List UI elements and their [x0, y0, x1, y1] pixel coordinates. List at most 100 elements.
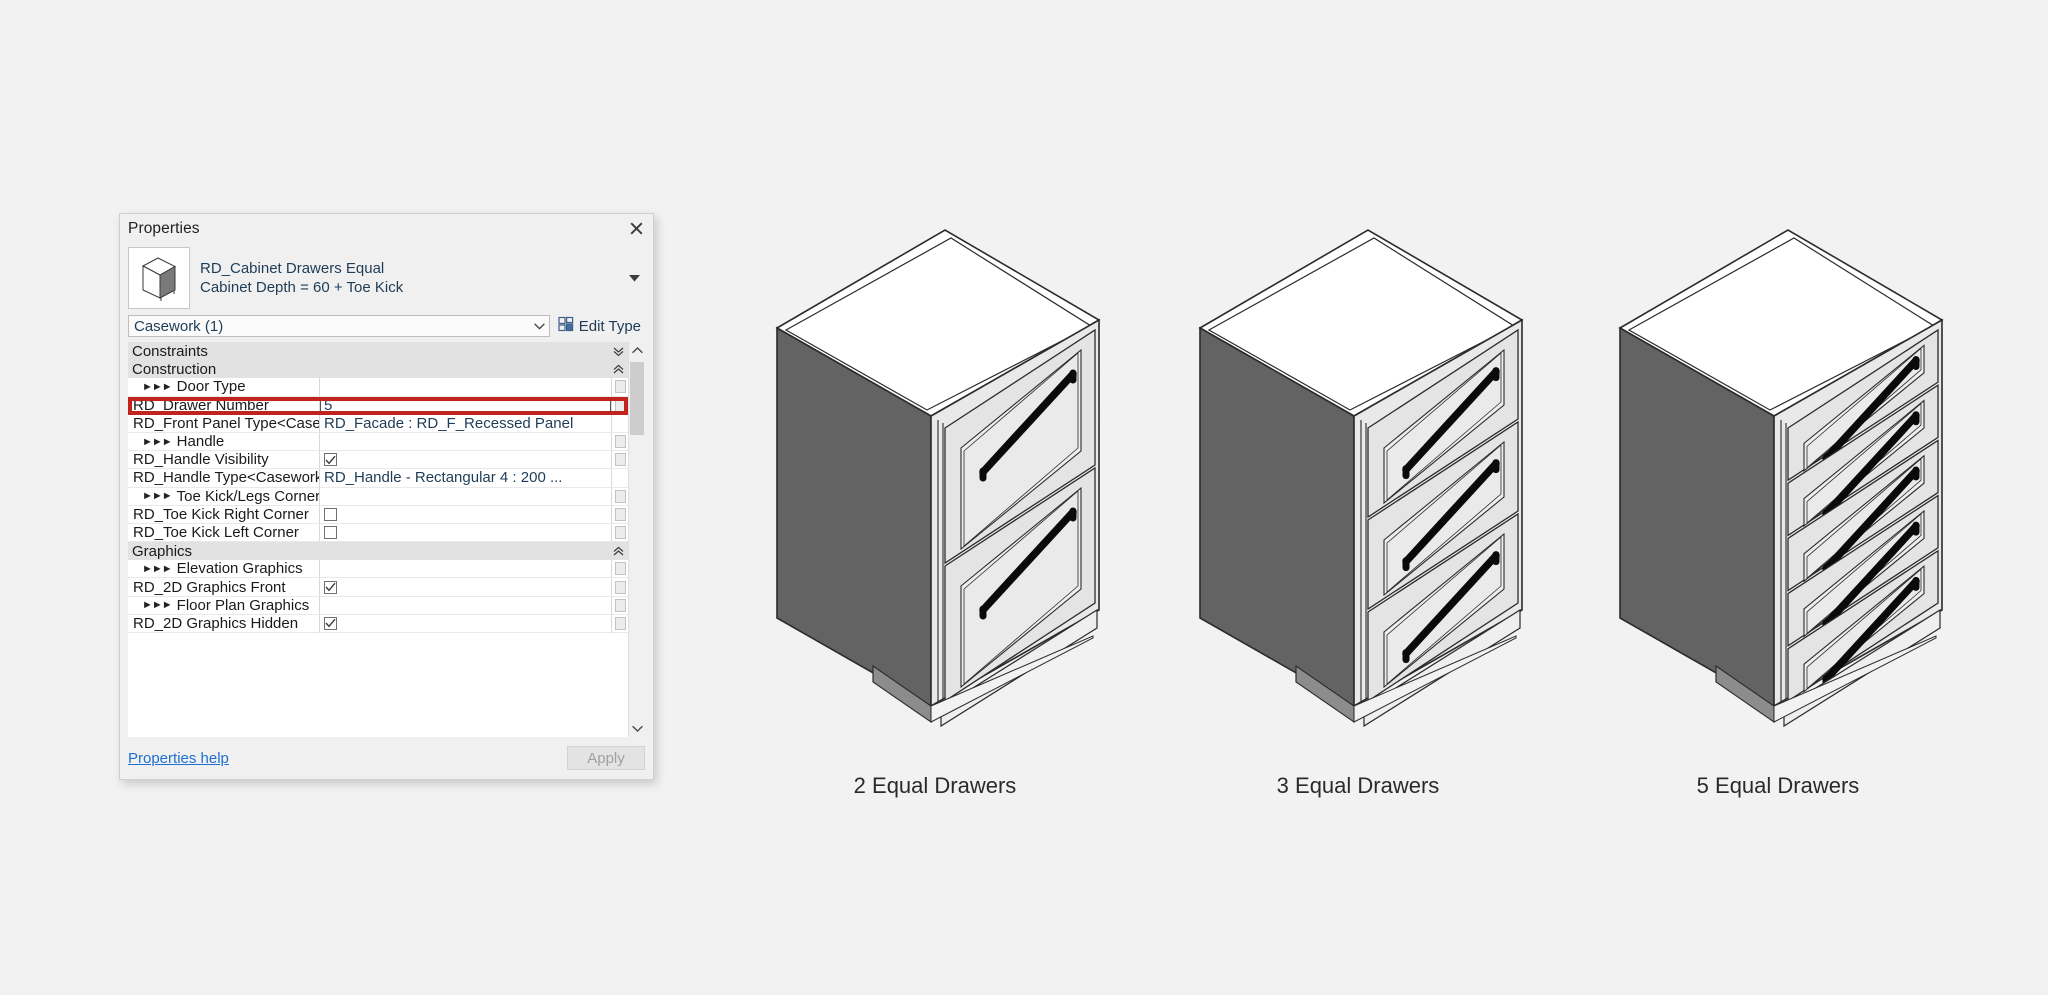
property-checkbox-cell[interactable]	[320, 505, 611, 524]
property-name-cell: ►►► Door Type	[128, 378, 320, 397]
property-checkbox-cell[interactable]	[320, 451, 611, 470]
table-row[interactable]: ►►► Door Type	[128, 378, 628, 397]
property-name-cell: RD_Drawer Number	[128, 396, 320, 415]
property-name-label: RD_Toe Kick Right Corner	[133, 505, 309, 523]
property-checkbox-cell[interactable]	[320, 614, 611, 633]
property-group-label: Construction	[132, 360, 217, 378]
property-browse-button[interactable]	[611, 560, 628, 579]
property-value-cell[interactable]: 5	[320, 396, 611, 415]
property-value-cell[interactable]	[320, 560, 611, 579]
scrollbar-thumb[interactable]	[630, 362, 644, 435]
table-row[interactable]: RD_Toe Kick Left Corner	[128, 523, 628, 543]
table-row[interactable]: ►►► Handle	[128, 432, 628, 452]
property-checkbox-cell[interactable]	[320, 578, 611, 597]
page-title: Properties	[128, 220, 200, 237]
property-name-cell: RD_Handle Visibility	[128, 451, 320, 470]
property-name-label: Door Type	[176, 378, 246, 396]
table-row[interactable]: RD_Handle Type<Casework> RD_Handle - Rect…	[128, 469, 628, 488]
property-browse-button[interactable]	[611, 505, 628, 524]
table-row[interactable]: ►►► Floor Plan Graphics	[128, 596, 628, 615]
double-chevron-down-icon[interactable]	[608, 342, 628, 360]
property-name-cell: ►►► Floor Plan Graphics	[128, 596, 320, 615]
property-name-cell: ►►► Toe Kick/Legs Corner	[128, 487, 320, 506]
edit-type-icon	[558, 316, 574, 336]
cabinet-figure: 5 Equal Drawers	[1598, 208, 1958, 828]
checkbox-unchecked-icon[interactable]	[324, 507, 337, 521]
property-value-cell[interactable]: RD_Facade : RD_F_Recessed Panel	[320, 414, 611, 433]
property-name-label: Elevation Graphics	[176, 560, 303, 578]
property-checkbox-cell[interactable]	[320, 523, 611, 543]
nested-group-arrows-icon: ►►►	[142, 490, 173, 503]
property-group-header[interactable]: Constraints	[128, 342, 628, 361]
nested-group-arrows-icon: ►►►	[142, 562, 173, 575]
table-row[interactable]: RD_Handle Visibility	[128, 451, 628, 470]
property-name-cell: RD_Front Panel Type<Casework>	[128, 414, 320, 433]
properties-palette: Properties RD_Cabinet Drawers Equal Cabi…	[119, 213, 654, 780]
property-name-cell: RD_2D Graphics Front	[128, 578, 320, 597]
property-name-label: RD_2D Graphics Front	[133, 578, 286, 596]
cabinet-3d-view	[1178, 208, 1538, 768]
close-icon[interactable]	[625, 218, 647, 239]
property-browse-button[interactable]	[611, 487, 628, 506]
property-name-label: RD_2D Graphics Hidden	[133, 614, 299, 632]
checkbox-checked-icon[interactable]	[324, 616, 337, 630]
chevron-down-icon[interactable]	[629, 720, 645, 737]
property-value-label: 5	[324, 396, 333, 414]
property-name-label: Handle	[176, 433, 225, 451]
property-name-label: RD_Handle Type<Casework>	[133, 469, 320, 487]
property-name-label: RD_Toe Kick Left Corner	[133, 523, 299, 541]
type-variant-name: Cabinet Depth = 60 + Toe Kick	[200, 279, 404, 296]
table-row[interactable]: RD_Front Panel Type<Casework>RD_Facade :…	[128, 414, 628, 433]
chevron-down-icon[interactable]	[623, 247, 645, 309]
table-row[interactable]: ►►► Toe Kick/Legs Corner	[128, 487, 628, 506]
cabinet-figure: 3 Equal Drawers	[1178, 208, 1538, 828]
checkbox-checked-icon[interactable]	[324, 453, 337, 467]
table-row[interactable]: RD_Drawer Number 5	[128, 396, 628, 415]
property-browse-button	[611, 414, 628, 433]
checkbox-unchecked-icon[interactable]	[324, 525, 337, 539]
category-dropdown[interactable]: Casework (1)	[128, 315, 550, 337]
property-browse-button[interactable]	[611, 596, 628, 615]
properties-help-link[interactable]: Properties help	[128, 750, 229, 767]
nested-group-arrows-icon: ►►►	[142, 599, 173, 612]
property-group-header[interactable]: Construction	[128, 360, 628, 379]
type-preview: RD_Cabinet Drawers Equal Cabinet Depth =…	[128, 246, 645, 310]
table-row[interactable]: RD_Toe Kick Right Corner	[128, 505, 628, 524]
property-value-cell[interactable]	[320, 432, 611, 452]
property-value-cell[interactable]	[320, 596, 611, 615]
property-browse-button[interactable]	[611, 578, 628, 597]
type-description: RD_Cabinet Drawers Equal Cabinet Depth =…	[200, 259, 623, 297]
properties-scrollbar[interactable]	[628, 342, 645, 737]
property-name-label: RD_Drawer Number	[133, 396, 269, 414]
chevron-down-icon	[533, 316, 545, 336]
property-browse-button[interactable]	[611, 451, 628, 470]
property-browse-button[interactable]	[611, 614, 628, 633]
edit-type-label: Edit Type	[578, 317, 641, 335]
property-browse-button	[611, 469, 628, 488]
edit-type-button[interactable]: Edit Type	[550, 315, 645, 337]
property-value-label: RD_Handle - Rectangular 4 : 200 ...	[324, 469, 563, 487]
property-group-header[interactable]: Graphics	[128, 542, 628, 561]
table-row[interactable]: ►►► Elevation Graphics	[128, 560, 628, 579]
property-value-cell[interactable]	[320, 487, 611, 506]
property-name-cell: RD_2D Graphics Hidden	[128, 614, 320, 633]
property-name-cell: ►►► Elevation Graphics	[128, 560, 320, 579]
property-value-cell[interactable]	[320, 378, 611, 397]
property-browse-button[interactable]	[611, 378, 628, 397]
property-value-cell[interactable]: RD_Handle - Rectangular 4 : 200 ...	[320, 469, 611, 488]
cabinet-caption: 2 Equal Drawers	[853, 773, 1017, 798]
nested-group-arrows-icon: ►►►	[142, 380, 173, 393]
property-name-cell: RD_Toe Kick Right Corner	[128, 505, 320, 524]
property-browse-button[interactable]	[611, 396, 628, 415]
double-chevron-up-icon[interactable]	[608, 542, 628, 560]
property-browse-button[interactable]	[611, 432, 628, 452]
table-row[interactable]: RD_2D Graphics Front	[128, 578, 628, 597]
property-group-label: Constraints	[132, 342, 208, 360]
double-chevron-up-icon[interactable]	[608, 360, 628, 378]
apply-button[interactable]: Apply	[567, 746, 645, 770]
property-browse-button[interactable]	[611, 523, 628, 543]
table-row[interactable]: RD_2D Graphics Hidden	[128, 614, 628, 633]
chevron-up-icon[interactable]	[629, 342, 645, 359]
checkbox-checked-icon[interactable]	[324, 580, 337, 594]
property-name-cell: RD_Toe Kick Left Corner	[128, 523, 320, 543]
